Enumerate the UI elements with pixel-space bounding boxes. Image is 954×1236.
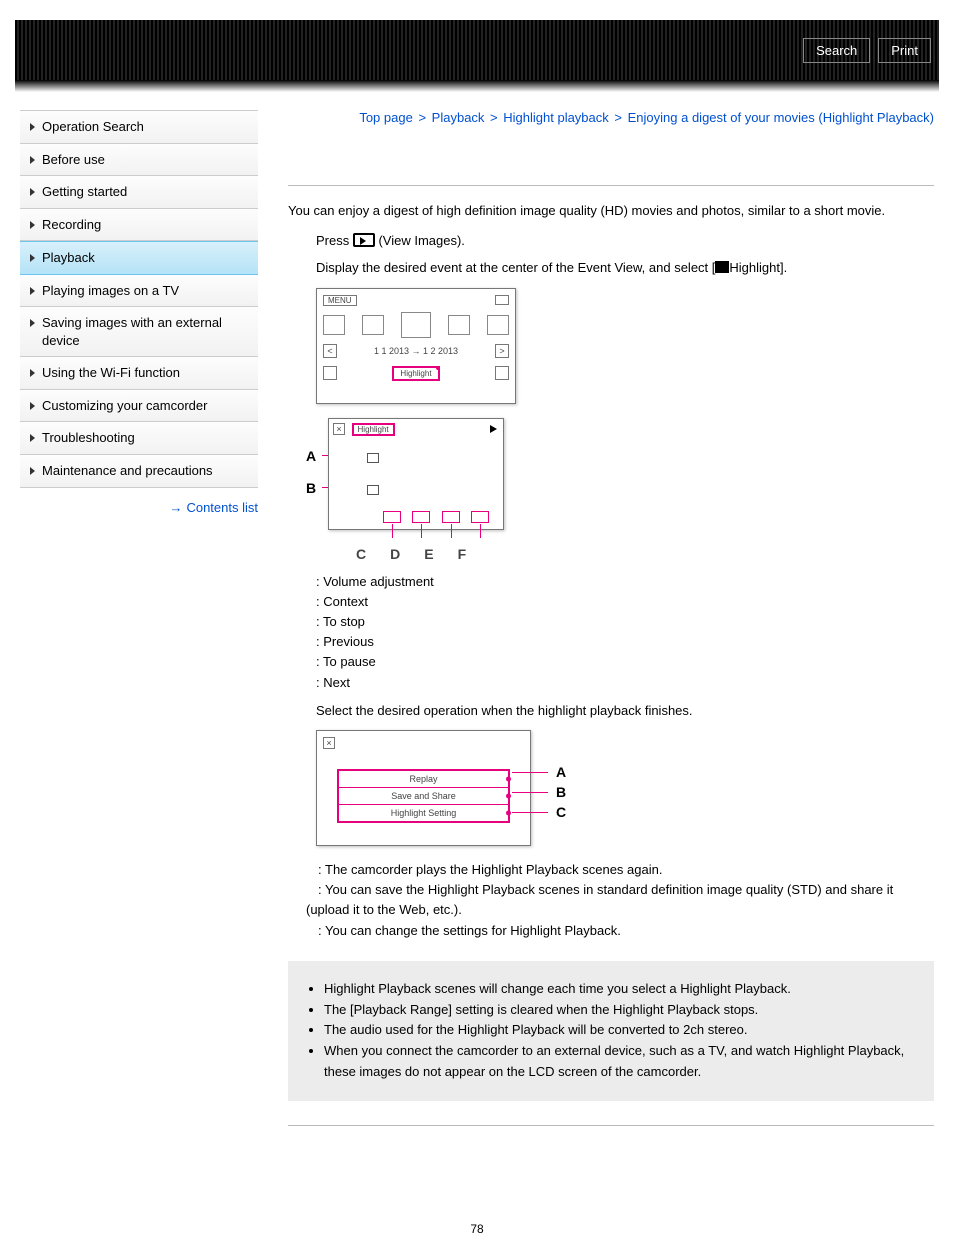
pause-icon	[442, 511, 460, 523]
contents-list-label[interactable]: Contents list	[186, 500, 258, 515]
previous-icon	[412, 511, 430, 523]
step-1-pre: Press	[316, 233, 353, 248]
nav-maintenance[interactable]: Maintenance and precautions	[20, 455, 258, 488]
nav-playback[interactable]: Playback	[20, 241, 258, 275]
next-icon: >	[495, 344, 509, 358]
breadcrumb: Top page > Playback > Highlight playback…	[288, 110, 934, 125]
step-3: Select the desired operation when the hi…	[316, 701, 934, 721]
nav-playing-on-tv[interactable]: Playing images on a TV	[20, 275, 258, 308]
finish-description: The camcorder plays the Highlight Playba…	[306, 860, 934, 941]
nav-troubleshooting[interactable]: Troubleshooting	[20, 422, 258, 455]
sidebar: Operation Search Before use Getting star…	[20, 110, 258, 1142]
main-content: Top page > Playback > Highlight playback…	[288, 110, 934, 1142]
zoom-icon	[495, 366, 509, 380]
label-f: F	[458, 546, 467, 562]
option-highlight-setting: Highlight Setting	[339, 805, 508, 821]
thumb-icon	[487, 315, 509, 335]
callout-line	[512, 772, 548, 773]
legend-c: To stop	[316, 612, 934, 632]
search-button[interactable]: Search	[803, 38, 870, 63]
highlight-icon	[715, 261, 729, 273]
option-replay: Replay	[339, 771, 508, 788]
label-a: A	[306, 448, 316, 464]
menu-label: MENU	[323, 295, 357, 306]
legend-d: Previous	[316, 632, 934, 652]
thumb-icon	[401, 312, 431, 338]
contents-list-link[interactable]: → Contents list	[20, 500, 258, 515]
note-item: When you connect the camcorder to an ext…	[324, 1041, 916, 1083]
breadcrumb-current[interactable]: Enjoying a digest of your movies (Highli…	[628, 110, 934, 125]
date-range: 1 1 2013 → 1 2 2013	[374, 346, 458, 356]
thumb-icon	[362, 315, 384, 335]
callout-line	[512, 792, 548, 793]
nav-operation-search[interactable]: Operation Search	[20, 111, 258, 144]
legend-b: Context	[316, 592, 934, 612]
corner-icon	[495, 295, 509, 305]
context-icon	[367, 485, 379, 495]
notes-box: Highlight Playback scenes will change ea…	[288, 961, 934, 1101]
nav-wifi[interactable]: Using the Wi-Fi function	[20, 357, 258, 390]
step-2-pre: Display the desired event at the center …	[316, 260, 715, 275]
arrow-right-icon: →	[169, 500, 182, 515]
highlight-badge: Highlight	[352, 423, 395, 436]
divider	[288, 1125, 934, 1126]
close-icon: ×	[333, 423, 345, 435]
step-2-post: Highlight].	[729, 260, 787, 275]
label-c: C	[556, 804, 566, 820]
note-item: The audio used for the Highlight Playbac…	[324, 1020, 916, 1041]
intro-text: You can enjoy a digest of high definitio…	[288, 202, 934, 221]
legend-a: Volume adjustment	[316, 572, 934, 592]
label-d: D	[390, 546, 400, 562]
mode-icon	[323, 366, 337, 380]
label-e: E	[424, 546, 433, 562]
label-b: B	[556, 784, 566, 800]
highlight-button: Highlight	[392, 366, 439, 381]
stop-icon	[383, 511, 401, 523]
nav-list: Operation Search Before use Getting star…	[20, 110, 258, 488]
finish-dialog-diagram: × Replay Save and Share Highlight Settin…	[316, 730, 531, 846]
breadcrumb-top[interactable]: Top page	[359, 110, 413, 125]
prev-icon: <	[323, 344, 337, 358]
step-1-post: (View Images).	[378, 233, 464, 248]
play-icon	[490, 425, 497, 433]
thumb-icon	[448, 315, 470, 335]
view-images-icon	[353, 233, 375, 247]
callout-line	[512, 812, 548, 813]
next-icon	[471, 511, 489, 523]
desc-a: The camcorder plays the Highlight Playba…	[306, 860, 934, 880]
desc-c: You can change the settings for Highligh…	[306, 921, 934, 941]
thumb-icon	[323, 315, 345, 335]
note-item: The [Playback Range] setting is cleared …	[324, 1000, 916, 1021]
label-a: A	[556, 764, 566, 780]
label-c: C	[356, 546, 366, 562]
legend-f: Next	[316, 673, 934, 693]
legend-e: To pause	[316, 652, 934, 672]
page-number: 78	[0, 1222, 954, 1236]
option-save-share: Save and Share	[339, 788, 508, 805]
desc-b: You can save the Highlight Playback scen…	[306, 880, 934, 920]
nav-getting-started[interactable]: Getting started	[20, 176, 258, 209]
legend-playback: Volume adjustment Context To stop Previo…	[316, 572, 934, 693]
breadcrumb-highlight[interactable]: Highlight playback	[503, 110, 609, 125]
step-2: Display the desired event at the center …	[316, 258, 934, 278]
note-item: Highlight Playback scenes will change ea…	[324, 979, 916, 1000]
breadcrumb-playback[interactable]: Playback	[432, 110, 485, 125]
divider	[288, 185, 934, 186]
event-view-diagram: MENU < 1 1 2013 → 1 2 2013 > Highlight	[316, 288, 516, 404]
print-button[interactable]: Print	[878, 38, 931, 63]
step-1: Press (View Images).	[316, 231, 934, 251]
playback-screen-diagram: A B × Highlight C D E F	[296, 418, 506, 558]
nav-saving-external[interactable]: Saving images with an external device	[20, 307, 258, 357]
volume-icon	[367, 453, 379, 463]
nav-recording[interactable]: Recording	[20, 209, 258, 242]
close-icon: ×	[323, 737, 335, 749]
nav-customizing[interactable]: Customizing your camcorder	[20, 390, 258, 423]
nav-before-use[interactable]: Before use	[20, 144, 258, 177]
label-b: B	[306, 480, 316, 496]
header-bar: Search Print	[15, 20, 939, 80]
